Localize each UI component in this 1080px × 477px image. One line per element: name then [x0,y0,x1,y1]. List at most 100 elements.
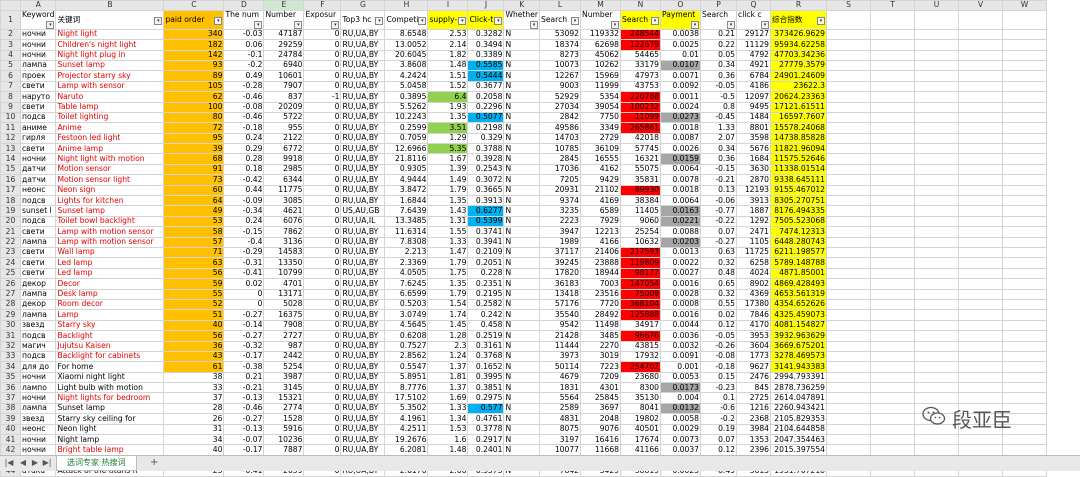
cell[interactable] [870,163,916,176]
cell[interactable]: 0.0087 [660,132,702,145]
cell[interactable]: 0 [303,174,342,186]
cell[interactable] [870,350,916,363]
cell[interactable] [870,309,916,321]
cell[interactable]: Led lamp [55,267,165,280]
cell[interactable]: N [503,361,541,373]
cell[interactable]: RU,UA,BY [340,340,386,352]
cell[interactable] [914,70,960,82]
cell[interactable]: 0.3494 [467,39,505,51]
cell[interactable]: N [503,423,541,436]
cell[interactable]: 2.8562 [384,350,429,363]
cell[interactable]: 1.31 [427,215,469,228]
cell[interactable]: N [503,111,541,124]
column-header-m[interactable]: M [580,0,622,12]
cell[interactable]: 1.39 [427,163,469,176]
cell[interactable]: 7862 [263,226,305,238]
cell[interactable] [958,330,1004,342]
filter-dropdown-icon[interactable]: ▾ [458,16,467,25]
cell[interactable] [1002,132,1048,145]
column-header-l[interactable]: L [539,0,582,12]
cell[interactable]: 0.02 [700,309,738,321]
column-title-cell[interactable]: click c ▾ [736,10,772,30]
cell[interactable]: 0.0018 [660,122,702,134]
cell[interactable]: 3.0749 [384,309,429,321]
cell[interactable] [1002,111,1048,124]
cell[interactable] [958,361,1004,373]
cell[interactable]: 0 [303,153,342,165]
cell[interactable]: 14583 [263,246,305,259]
cell[interactable]: 0 [303,423,342,436]
cell[interactable]: ночни [19,444,57,456]
cell[interactable] [1002,309,1048,321]
cell[interactable]: 1.43 [427,205,469,217]
cell[interactable] [1002,278,1048,290]
cell[interactable] [958,236,1004,249]
row-number[interactable]: 3 [0,39,21,51]
cell[interactable]: 0.5444 [467,70,505,82]
cell[interactable] [826,153,872,165]
cell[interactable]: RU,UA,BY [340,174,386,186]
cell[interactable]: 4.2511 [384,423,429,436]
cell[interactable]: Led lamp [55,257,165,269]
cell[interactable]: 8176.494335 [770,205,828,217]
cell[interactable] [1002,59,1048,72]
cell[interactable]: -0.21 [223,382,265,394]
cell[interactable]: 0 [303,28,342,41]
cell[interactable] [914,111,960,124]
cell[interactable]: 845 [736,382,772,394]
cell[interactable]: 5.35 [427,143,469,155]
cell[interactable]: 119809 [620,257,662,269]
cell[interactable]: 29127 [736,28,772,41]
cell[interactable]: 2727 [263,330,305,342]
cell[interactable] [1002,91,1048,103]
cell[interactable]: 0 [303,236,342,249]
cell[interactable] [826,278,872,290]
cell[interactable]: 4869.428493 [770,278,828,290]
cell[interactable]: N [503,163,541,176]
cell[interactable]: неонс [19,184,57,197]
cell[interactable]: 2.3 [427,340,469,352]
cell[interactable]: 2774 [263,402,305,415]
cell[interactable]: 2260.943421 [770,402,828,415]
cell[interactable]: 73 [163,174,225,186]
row-number[interactable]: 30 [0,319,21,332]
cell[interactable]: -0.28 [223,80,265,93]
cell[interactable]: 0.3928 [467,153,505,165]
cell[interactable] [914,278,960,290]
column-title-cell[interactable]: 关键词 ▾ [55,10,165,30]
cell[interactable]: 45062 [580,49,622,61]
cell[interactable]: 4186 [736,80,772,93]
cell[interactable]: RU,UA,BY [340,39,386,51]
filter-dropdown-icon[interactable]: ▾ [418,16,427,25]
column-header-b[interactable]: B [55,0,165,12]
column-title-cell[interactable] [1002,10,1048,30]
cell[interactable] [1002,70,1048,82]
column-header-j[interactable]: J [467,0,505,12]
cell[interactable] [870,288,916,300]
cell[interactable] [1002,28,1048,41]
cell[interactable]: -0.2 [700,413,738,425]
cell[interactable] [826,236,872,249]
cell[interactable]: 7907 [263,80,305,93]
cell[interactable]: 0.2109 [467,246,505,259]
cell[interactable]: 2368 [736,413,772,425]
cell[interactable] [958,91,1004,103]
cell[interactable]: -0.17 [223,350,265,363]
cell[interactable]: Light bulb with motion [55,382,165,394]
cell[interactable]: N [503,298,541,311]
cell[interactable]: -0.1 [223,49,265,61]
cell[interactable]: 89 [163,70,225,82]
cell[interactable]: 0 [303,267,342,280]
cell[interactable]: 1.6 [427,434,469,446]
cell[interactable] [870,70,916,82]
cell[interactable]: N [503,49,541,61]
cell[interactable]: Toilet bowl backlight [55,215,165,228]
cell[interactable]: 0.9305 [384,163,429,176]
cell[interactable]: -0.5 [700,91,738,103]
column-header-o[interactable]: O [660,0,702,12]
cell[interactable]: RU,UA,BY [340,413,386,425]
cell[interactable]: 4.0505 [384,267,429,280]
cell[interactable]: 11405 [620,205,662,217]
row-number[interactable]: 25 [0,267,21,280]
cell[interactable]: 0.63 [700,246,738,259]
